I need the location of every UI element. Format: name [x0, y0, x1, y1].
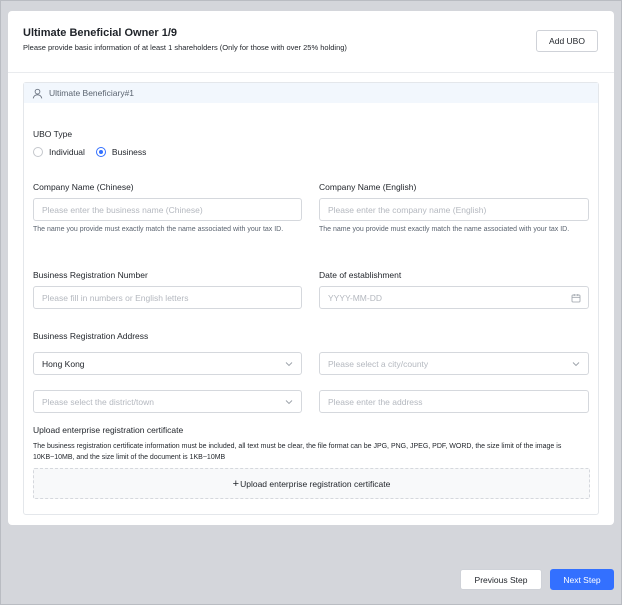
ubo-panel-header: Ultimate Beneficiary#1 [24, 83, 598, 103]
establishment-date-label: Date of establishment [319, 270, 402, 280]
user-icon [32, 88, 43, 98]
header-divider [8, 72, 614, 73]
registration-number-input[interactable]: Please fill in numbers or English letter… [33, 286, 302, 309]
ubo-panel: Ultimate Beneficiary#1 UBO Type Individu… [23, 82, 599, 515]
company-name-en-label: Company Name (English) [319, 182, 417, 192]
upload-button-label: Upload enterprise registration certifica… [240, 478, 391, 489]
ubo-type-individual-radio[interactable]: Individual [33, 147, 85, 157]
establishment-date-placeholder: YYYY-MM-DD [328, 292, 382, 303]
page-frame: Ultimate Beneficial Owner 1/9 Please pro… [0, 0, 622, 605]
company-name-cn-input[interactable]: Please enter the business name (Chinese) [33, 198, 302, 221]
radio-unchecked-icon [33, 147, 43, 157]
region-select[interactable]: Hong Kong [33, 352, 302, 375]
upload-description: The business registration certificate in… [33, 443, 562, 461]
district-select-placeholder: Please select the district/town [42, 396, 154, 407]
upload-label: Upload enterprise registration certifica… [33, 425, 184, 435]
chevron-down-icon [572, 362, 580, 367]
chevron-down-icon [285, 400, 293, 405]
company-name-en-help: The name you provide must exactly match … [319, 226, 570, 233]
calendar-icon [571, 294, 581, 303]
page-title: Ultimate Beneficial Owner 1/9 [23, 27, 178, 39]
region-select-value: Hong Kong [42, 358, 85, 369]
city-select[interactable]: Please select a city/county [319, 352, 589, 375]
previous-step-button[interactable]: Previous Step [460, 569, 542, 590]
ubo-type-business-radio[interactable]: Business [95, 147, 147, 157]
company-name-cn-help: The name you provide must exactly match … [33, 226, 284, 233]
company-name-cn-label: Company Name (Chinese) [33, 182, 134, 192]
establishment-date-input[interactable]: YYYY-MM-DD [319, 286, 589, 309]
page-subtitle: Please provide basic information of at l… [23, 43, 347, 52]
radio-checked-icon [95, 147, 106, 157]
next-step-button[interactable]: Next Step [550, 569, 614, 590]
address-label: Business Registration Address [33, 331, 149, 341]
ubo-panel-title: Ultimate Beneficiary#1 [49, 88, 135, 98]
upload-certificate-button[interactable]: + Upload enterprise registration certifi… [33, 468, 590, 499]
city-select-placeholder: Please select a city/county [328, 358, 429, 369]
district-select[interactable]: Please select the district/town [33, 390, 302, 413]
ubo-form-card: Ultimate Beneficial Owner 1/9 Please pro… [8, 11, 614, 525]
ubo-type-radio-group: Individual Business [33, 147, 157, 157]
radio-label-business: Business [111, 147, 147, 157]
radio-label-individual: Individual [49, 147, 85, 157]
company-name-en-input[interactable]: Please enter the company name (English) [319, 198, 589, 221]
ubo-type-label: UBO Type [33, 129, 73, 139]
add-ubo-button[interactable]: Add UBO [536, 30, 598, 52]
registration-number-label: Business Registration Number [33, 270, 148, 280]
chevron-down-icon [285, 362, 293, 367]
plus-icon: + [232, 477, 240, 490]
address-input[interactable]: Please enter the address [319, 390, 589, 413]
